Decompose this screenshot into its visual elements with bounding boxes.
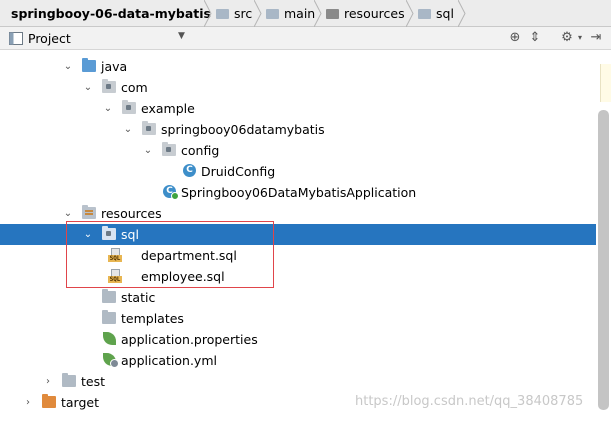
tree-row-static[interactable]: static (0, 287, 596, 308)
tree-row-druidconfig[interactable]: C DruidConfig (0, 161, 596, 182)
watermark-text: https://blog.csdn.net/qq_38408785 (355, 394, 584, 409)
folder-icon (216, 8, 229, 19)
project-view-icon (9, 32, 23, 45)
tree-row-sql[interactable]: ⌄ sql (0, 224, 596, 245)
tree-row-com[interactable]: ⌄ com (0, 77, 596, 98)
breadcrumb-label: src (234, 6, 253, 21)
view-dropdown-chevron-icon[interactable]: ▼ (178, 31, 185, 41)
breadcrumb-project[interactable]: springbooy-06-data-mybatis (0, 0, 212, 27)
breadcrumb-resources[interactable]: resources (320, 0, 414, 27)
tree-row-label: employee.sql (141, 269, 225, 284)
collapse-all-icon[interactable]: ⇕ (527, 30, 543, 46)
tree-row-config[interactable]: ⌄ config (0, 140, 596, 161)
sql-file-icon: SQL (108, 248, 122, 262)
collapse-chevron-right-icon[interactable]: › (42, 371, 54, 392)
tree-row-application-yml[interactable]: application.yml (0, 350, 596, 371)
scroll-marker (600, 64, 611, 102)
expand-chevron-icon[interactable]: ⌄ (82, 77, 94, 98)
tree-row-application-class[interactable]: C Springbooy06DataMybatisApplication (0, 182, 596, 203)
tree-row-label: target (61, 395, 100, 410)
tree-row-label: templates (121, 311, 184, 326)
tree-row-label: resources (101, 206, 162, 221)
tree-row-application-properties[interactable]: application.properties (0, 329, 596, 350)
folder-icon (418, 8, 431, 19)
breadcrumb-label: resources (344, 6, 405, 21)
toolwindow-title[interactable]: Project (28, 31, 71, 46)
excluded-folder-icon (42, 394, 56, 408)
project-tree[interactable]: ⌄ java ⌄ com ⌄ example ⌄ springbooy06dat… (0, 50, 611, 421)
expand-chevron-icon[interactable]: ⌄ (62, 56, 74, 77)
tree-row-springbooy06datamybatis[interactable]: ⌄ springbooy06datamybatis (0, 119, 596, 140)
folder-icon (102, 289, 116, 303)
expand-chevron-icon[interactable]: ⌄ (122, 119, 134, 140)
tree-row-label: application.properties (121, 332, 258, 347)
sql-badge: SQL (108, 276, 122, 283)
target-icon[interactable]: ⊕ (507, 30, 523, 46)
tree-row-templates[interactable]: templates (0, 308, 596, 329)
tree-row-label: application.yml (121, 353, 217, 368)
package-icon (142, 121, 156, 135)
tree-row-label: Springbooy06DataMybatisApplication (181, 185, 417, 200)
collapse-chevron-right-icon[interactable]: › (22, 392, 34, 413)
breadcrumb-sql[interactable]: sql (412, 0, 466, 27)
folder-icon (62, 373, 76, 387)
tree-row-label: example (141, 101, 195, 116)
expand-chevron-icon[interactable]: ⌄ (102, 98, 114, 119)
tree-row-example[interactable]: ⌄ example (0, 98, 596, 119)
folder-icon (102, 310, 116, 324)
folder-icon (266, 8, 279, 19)
tree-row-label: sql (121, 227, 139, 242)
sql-badge: SQL (108, 255, 122, 262)
tree-row-java[interactable]: ⌄ java (0, 56, 596, 77)
package-icon (162, 142, 176, 156)
tree-row-label: DruidConfig (201, 164, 276, 179)
project-toolwindow-header: Project ▼ ⊕ ⇕ ⚙ ▾ ⇥ (0, 27, 611, 50)
tree-row-department-sql[interactable]: SQL department.sql (0, 245, 596, 266)
tree-row-label: config (181, 143, 220, 158)
spring-app-class-icon: C (163, 185, 179, 200)
sql-file-icon: SQL (108, 269, 122, 283)
expand-chevron-icon[interactable]: ⌄ (82, 224, 94, 245)
breadcrumb-label: springbooy-06-data-mybatis (11, 6, 211, 21)
tree-row-test[interactable]: › test (0, 371, 596, 392)
package-icon (102, 79, 116, 93)
folder-icon (102, 226, 116, 240)
tree-row-label: springbooy06datamybatis (161, 122, 325, 137)
tree-row-label: java (101, 59, 128, 74)
class-icon: C (183, 164, 196, 177)
tree-row-label: com (121, 80, 148, 95)
expand-chevron-icon[interactable]: ⌄ (62, 203, 74, 224)
hide-icon[interactable]: ⇥ (588, 30, 604, 46)
resources-folder-icon (82, 205, 96, 219)
settings-chevron-icon[interactable]: ▾ (572, 30, 588, 46)
spring-properties-icon (103, 332, 116, 345)
breadcrumb-src[interactable]: src (210, 0, 262, 27)
tree-row-label: static (121, 290, 156, 305)
expand-chevron-icon[interactable]: ⌄ (142, 140, 154, 161)
tree-row-label: test (81, 374, 106, 389)
package-icon (122, 100, 136, 114)
source-folder-icon (82, 58, 96, 72)
breadcrumb-label: main (284, 6, 316, 21)
breadcrumb-label: sql (436, 6, 454, 21)
spring-yml-icon (103, 353, 119, 368)
tree-row-employee-sql[interactable]: SQL employee.sql (0, 266, 596, 287)
breadcrumb-main[interactable]: main (260, 0, 322, 27)
breadcrumb-separator (458, 0, 466, 27)
tree-row-resources[interactable]: ⌄ resources (0, 203, 596, 224)
scrollbar-thumb[interactable] (598, 110, 609, 410)
tree-row-label: department.sql (141, 248, 237, 263)
resources-folder-icon (326, 8, 339, 19)
navigation-bar: springbooy-06-data-mybatis src main reso… (0, 0, 611, 27)
